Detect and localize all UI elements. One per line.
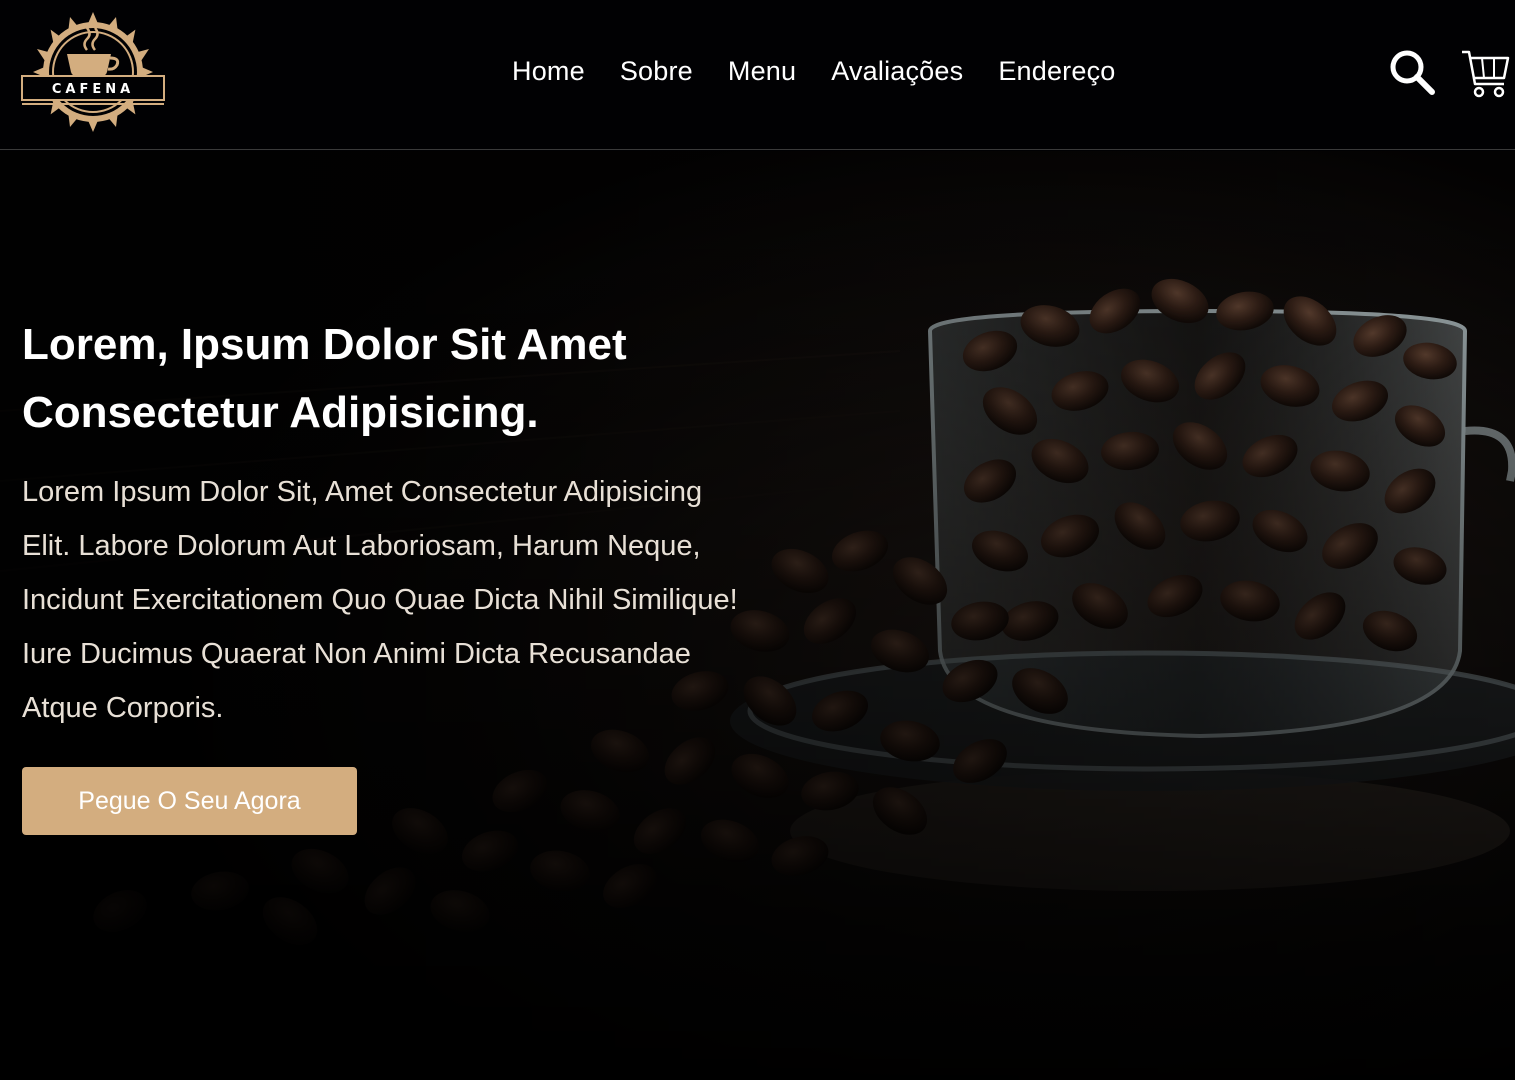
get-yours-button[interactable]: Pegue O Seu Agora (22, 767, 357, 835)
site-header: CAFENA Home Sobre Menu Avaliações Endere… (0, 0, 1515, 150)
nav-sobre[interactable]: Sobre (620, 56, 693, 87)
cafena-logo[interactable]: CAFENA (20, 12, 166, 132)
hero-section: Lorem, Ipsum Dolor Sit Amet Consectetur … (0, 151, 1515, 1080)
search-button[interactable] (1388, 48, 1436, 96)
nav-endereco[interactable]: Endereço (998, 56, 1115, 87)
hero-title: Lorem, Ipsum Dolor Sit Amet Consectetur … (22, 320, 627, 437)
cart-icon (1462, 50, 1510, 98)
cart-button[interactable] (1460, 48, 1510, 100)
search-icon (1390, 50, 1435, 95)
hero-content: Lorem, Ipsum Dolor Sit Amet Consectetur … (22, 311, 762, 835)
main-nav: Home Sobre Menu Avaliações Endereço (512, 56, 1151, 87)
nav-menu[interactable]: Menu (728, 56, 796, 87)
nav-home[interactable]: Home (512, 56, 585, 87)
logo-text: CAFENA (52, 82, 134, 97)
hero-description: Lorem Ipsum Dolor Sit, Amet Consectetur … (22, 476, 738, 724)
nav-avaliacoes[interactable]: Avaliações (831, 56, 963, 87)
